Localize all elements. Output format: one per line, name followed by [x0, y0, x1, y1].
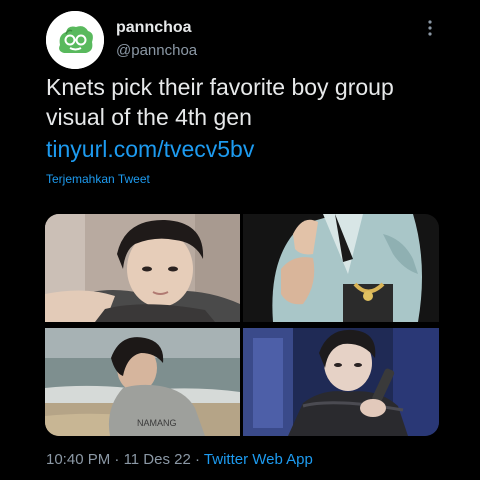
tweet-date[interactable]: 11 Des 22 — [124, 451, 191, 468]
tweet-time[interactable]: 10:40 PM — [46, 451, 110, 468]
avatar[interactable] — [46, 11, 104, 69]
photo-2[interactable] — [243, 214, 439, 322]
display-name[interactable]: pannchoa — [116, 19, 192, 37]
media-grid: NAMANG — [45, 214, 439, 436]
tweet-link[interactable]: tinyurl.com/tvecv5bv — [46, 134, 254, 164]
photo-3[interactable]: NAMANG — [45, 328, 240, 436]
photo-1[interactable] — [45, 214, 240, 322]
user-handle[interactable]: @pannchoa — [116, 42, 197, 59]
translate-tweet-button[interactable]: Terjemahkan Tweet — [46, 172, 150, 186]
tweet-text: Knets pick their favorite boy group visu… — [46, 74, 394, 130]
more-options-icon[interactable] — [424, 18, 436, 38]
photo-4[interactable] — [243, 328, 439, 436]
meta-separator: · — [195, 451, 200, 468]
tweet-source[interactable]: Twitter Web App — [204, 451, 313, 468]
tweet-meta: 10:40 PM · 11 Des 22 · Twitter Web App — [46, 451, 313, 468]
hoodie-print: NAMANG — [137, 418, 177, 428]
pannchoa-logo-icon — [46, 11, 104, 69]
meta-separator: · — [114, 451, 120, 468]
